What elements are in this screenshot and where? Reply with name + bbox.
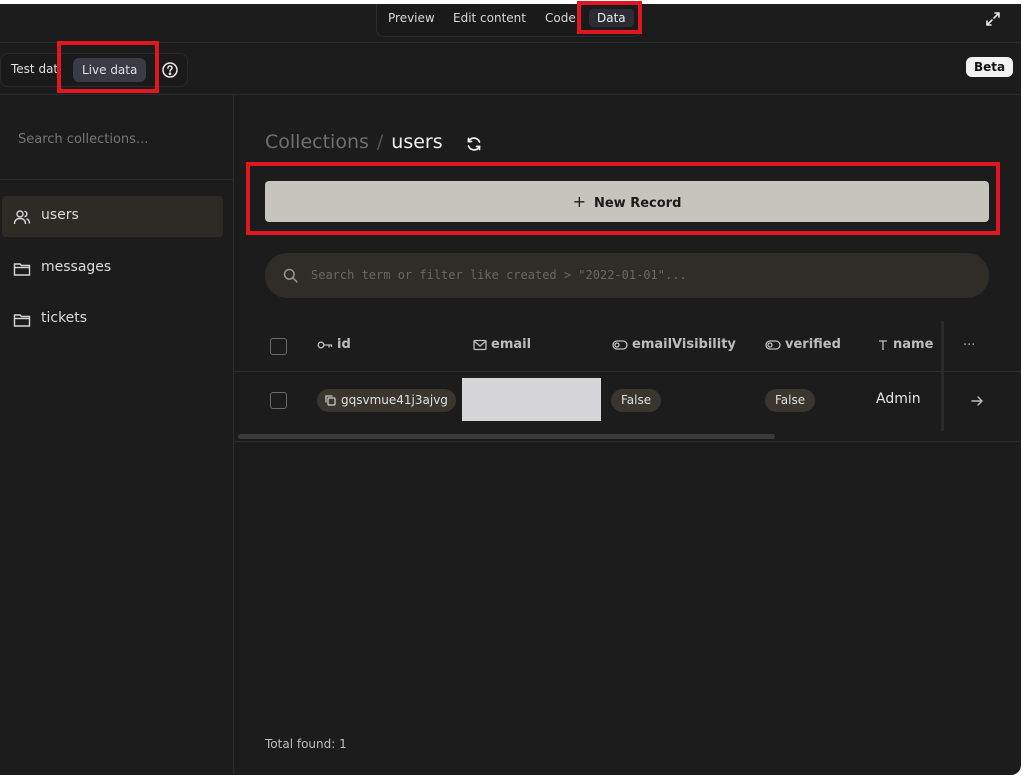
horizontal-scrollbar[interactable] (238, 434, 775, 439)
table-header: id email emailVisibility verified name ·… (234, 321, 1021, 372)
sidebar-item-users[interactable]: users (2, 196, 223, 237)
select-all-checkbox[interactable] (270, 338, 287, 355)
column-header-name[interactable]: name (877, 337, 933, 352)
email-visibility-cell: False (611, 389, 662, 412)
tab-preview[interactable]: Preview (388, 11, 435, 25)
tab-edit-content[interactable]: Edit content (453, 11, 526, 25)
sidebar-item-label: tickets (41, 310, 88, 326)
data-source-toggle: Test dat Live data (0, 53, 188, 87)
copy-icon (325, 395, 336, 406)
record-id-chip[interactable]: gqsvmue41j3ajvg (317, 389, 456, 412)
tab-code[interactable]: Code (545, 11, 576, 25)
sidebar-item-label: users (41, 207, 79, 223)
mode-tabs: Preview Edit content Code Data (376, 4, 642, 37)
data-mode-bar: Test dat Live data Beta (0, 42, 1021, 95)
breadcrumb-separator: / (376, 131, 384, 153)
breadcrumb-collections[interactable]: Collections (265, 131, 369, 153)
total-found: Total found: 1 (265, 737, 347, 751)
key-icon (317, 341, 333, 348)
search-collections-input[interactable] (16, 131, 220, 148)
test-data-toggle[interactable]: Test dat (11, 62, 58, 76)
plus-icon: + (572, 192, 586, 211)
expand-icon[interactable] (984, 10, 1002, 28)
table-row[interactable]: gqsvmue41j3ajvg False False Admin (234, 372, 1021, 428)
main-panel: Collections / users + New Record id (234, 95, 1021, 775)
column-header-email[interactable]: email (473, 337, 531, 352)
more-columns-icon[interactable]: ··· (963, 338, 975, 353)
sticky-column-shadow (941, 321, 944, 431)
sidebar-item-tickets[interactable]: tickets (2, 299, 223, 340)
toggle-icon (612, 339, 628, 350)
collections-sidebar: users messages tickets (0, 95, 234, 775)
new-record-button[interactable]: + New Record (265, 181, 989, 222)
new-record-label: New Record (593, 196, 682, 211)
sidebar-item-label: messages (41, 259, 112, 275)
name-cell: Admin (876, 391, 921, 407)
table-divider (234, 441, 1021, 442)
app-frame: Preview Edit content Code Data Test dat … (0, 4, 1021, 775)
text-type-icon (879, 339, 887, 350)
help-icon[interactable] (161, 61, 179, 79)
column-header-email-visibility[interactable]: emailVisibility (612, 337, 736, 352)
refresh-icon[interactable] (465, 135, 483, 153)
folder-icon (13, 314, 31, 327)
filter-input[interactable] (309, 267, 953, 283)
breadcrumb: Collections / users (265, 131, 443, 153)
top-bar: Preview Edit content Code Data (0, 4, 1021, 43)
users-icon (13, 210, 31, 225)
column-header-id[interactable]: id (317, 337, 351, 352)
filter-bar (265, 253, 989, 298)
breadcrumb-current: users (391, 131, 443, 153)
verified-cell: False (765, 389, 816, 412)
folder-icon (13, 263, 31, 276)
search-icon (283, 268, 298, 283)
email-cell-redacted (462, 378, 601, 421)
row-checkbox[interactable] (270, 392, 287, 409)
sidebar-divider (0, 179, 233, 180)
mail-icon (473, 339, 487, 350)
toggle-icon (765, 339, 781, 350)
arrow-right-icon[interactable] (970, 394, 984, 408)
sidebar-item-messages[interactable]: messages (2, 248, 223, 289)
beta-badge: Beta (966, 57, 1014, 77)
live-data-toggle[interactable]: Live data (73, 58, 147, 82)
column-header-verified[interactable]: verified (765, 337, 841, 352)
tab-data[interactable]: Data (589, 9, 634, 27)
